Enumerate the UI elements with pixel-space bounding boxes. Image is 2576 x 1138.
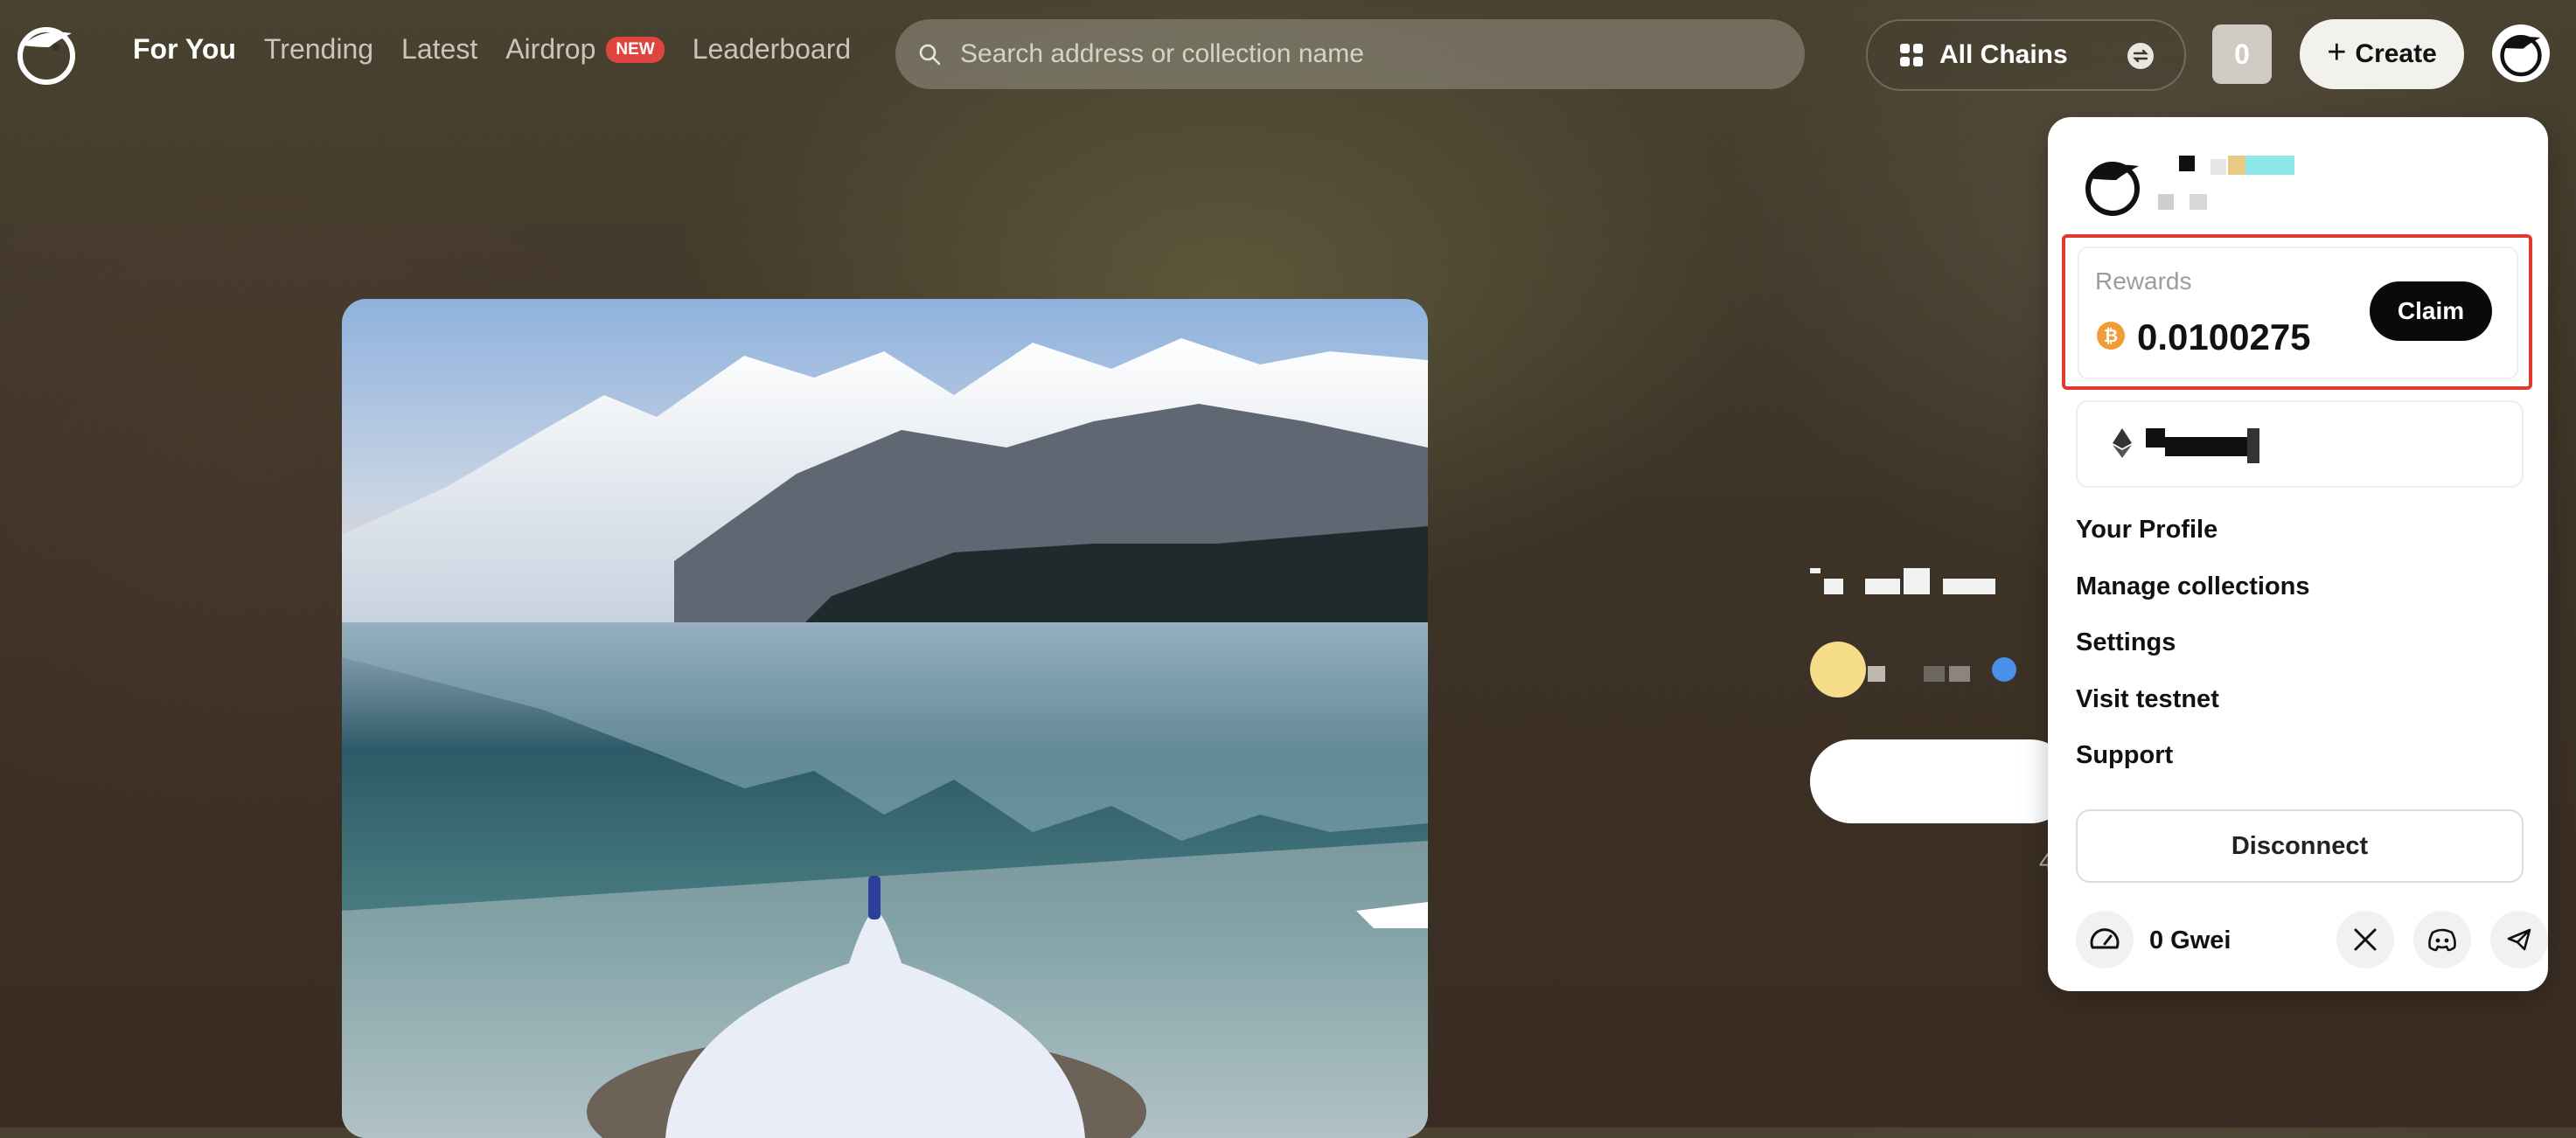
mountain-lake-image (342, 299, 1428, 1138)
menu-manage-collections[interactable]: Manage collections (2076, 559, 2310, 615)
gas-price: 0 Gwei (2149, 926, 2231, 954)
menu-visit-testnet[interactable]: Visit testnet (2076, 671, 2310, 728)
artwork-title-redacted (1810, 568, 1995, 599)
account-dropdown-panel: Rewards ₿ 0.0100275 Claim Your Profile M… (2048, 117, 2548, 991)
x-icon[interactable] (2336, 911, 2394, 968)
svg-text:₿: ₿ (2104, 327, 2118, 346)
logo-icon[interactable] (14, 21, 79, 86)
disconnect-button[interactable]: Disconnect (2076, 809, 2524, 883)
verified-icon (1992, 657, 2016, 682)
rewards-highlight-box: Rewards ₿ 0.0100275 Claim (2062, 234, 2532, 390)
nav-trending[interactable]: Trending (264, 33, 373, 66)
claim-button[interactable]: Claim (2370, 281, 2492, 341)
search-icon (919, 44, 941, 66)
nav-airdrop[interactable]: Airdrop NEW (505, 33, 665, 66)
panel-footer: 0 Gwei (2076, 909, 2548, 972)
account-menu: Your Profile Manage collections Settings… (2076, 502, 2310, 784)
nav-latest[interactable]: Latest (401, 33, 477, 66)
all-chains-selector[interactable]: All Chains (1866, 19, 2186, 91)
menu-support[interactable]: Support (2076, 727, 2310, 784)
top-header: For You Trending Latest Airdrop NEW Lead… (0, 0, 2576, 107)
creator-name-redacted[interactable] (1868, 666, 1990, 682)
discord-icon[interactable] (2413, 911, 2471, 968)
telegram-icon[interactable] (2490, 911, 2548, 968)
wallet-balance-card[interactable] (2076, 400, 2524, 488)
menu-your-profile[interactable]: Your Profile (2076, 502, 2310, 559)
nav-leaderboard[interactable]: Leaderboard (693, 33, 851, 66)
rewards-value: 0.0100275 (2137, 316, 2311, 357)
new-badge: NEW (606, 36, 665, 63)
grid-icon (1900, 44, 1923, 66)
account-avatar-icon (2085, 162, 2140, 216)
main-nav: For You Trending Latest Airdrop NEW Lead… (133, 33, 879, 66)
nav-for-you[interactable]: For You (133, 33, 236, 66)
featured-artwork-image[interactable] (342, 299, 1428, 1138)
create-button[interactable]: + Create (2300, 19, 2464, 89)
search-input[interactable] (958, 38, 1749, 70)
avatar-logo-icon (2492, 24, 2550, 82)
swap-icon[interactable] (2127, 42, 2155, 70)
chains-label: All Chains (1939, 40, 2068, 69)
bitcoin-icon: ₿ (2097, 322, 2125, 350)
ethereum-icon (2113, 428, 2132, 458)
profile-avatar-button[interactable] (2492, 24, 2550, 82)
creator-avatar[interactable] (1810, 642, 1866, 697)
plus-icon: + (2327, 33, 2347, 71)
primary-action-button[interactable] (1810, 739, 2072, 823)
menu-settings[interactable]: Settings (2076, 614, 2310, 671)
rewards-label: Rewards (2095, 267, 2192, 295)
notification-counter[interactable]: 0 (2212, 24, 2272, 84)
search-bar[interactable] (895, 19, 1805, 89)
gauge-icon (2076, 911, 2134, 968)
